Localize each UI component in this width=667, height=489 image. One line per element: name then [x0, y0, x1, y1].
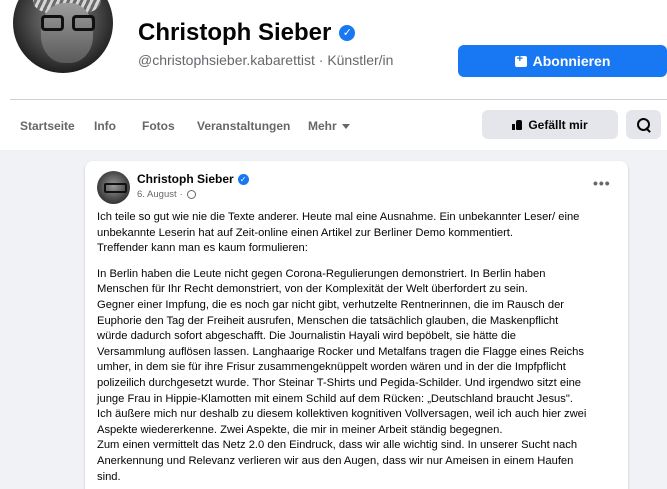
chevron-down-icon	[341, 123, 350, 129]
post-text-line: Zum einen vermittelt das Netz 2.0 den Ei…	[97, 439, 578, 452]
post-text-line: Versammlung auflösen lassen. Langhaarige…	[97, 345, 584, 358]
profile-category[interactable]: Künstler/in	[327, 52, 393, 68]
search-icon	[636, 117, 651, 132]
post-text-line: Euphorie den Tag der Freiheit ausrufen, …	[97, 314, 559, 327]
post-text-line: würde dadurch sofort abgeschafft. Die Jo…	[97, 330, 516, 343]
post-text-line: Menschen für Ihr Recht demonstriert, von…	[97, 283, 528, 296]
tab-info[interactable]: Info	[94, 110, 116, 142]
add-page-icon	[514, 53, 527, 67]
post-author[interactable]: Christoph Sieber ✓	[137, 172, 249, 186]
tab-veranstaltungen[interactable]: Veranstaltungen	[197, 110, 290, 142]
post-text-line: Anerkennung und Relevanz verlieren wir a…	[97, 454, 574, 467]
post-intro: Ich teile so gut wie nie die Texte ander…	[97, 210, 622, 257]
post-author-avatar[interactable]	[97, 171, 130, 204]
post-card: Christoph Sieber ✓ 6. August · ••• Ich t…	[85, 161, 628, 489]
post-text-line: polizeilich durchgesetzt wurde. Thor Ste…	[97, 376, 582, 389]
post-text: Ich teile so gut wie nie die Texte ander…	[97, 210, 622, 485]
divider	[10, 99, 667, 100]
post-text-line: junge Frau in Hippie-Klamotten mit einem…	[97, 392, 573, 405]
follow-button-label: Abonnieren	[532, 53, 611, 69]
like-page-button[interactable]: Gefällt mir	[482, 110, 618, 139]
post-meta: 6. August ·	[137, 189, 196, 200]
post-text-line: sind.	[97, 470, 121, 483]
tab-startseite[interactable]: Startseite	[20, 110, 75, 142]
profile-name: Christoph Sieber	[138, 19, 332, 46]
more-options-icon[interactable]: •••	[593, 175, 611, 191]
post-text-line: Treffender kann man es kaum formulieren:	[97, 242, 308, 255]
post-text-line: In Berlin haben die Leute nicht gegen Co…	[97, 267, 546, 280]
search-button[interactable]	[626, 110, 661, 139]
page-header: Christoph Sieber ✓ @christophsieber.kaba…	[0, 0, 667, 150]
profile-picture[interactable]	[10, 0, 116, 76]
like-button-label: Gefällt mir	[528, 117, 588, 132]
post-date[interactable]: 6. August	[137, 189, 177, 200]
profile-handle: @christophsieber.kabarettist	[138, 52, 315, 68]
post-text-line: unbekannte Leserin hat auf Zeit-online e…	[97, 226, 514, 239]
post-text-line: Ich äußere mich nur deshalb zu diesem ko…	[97, 408, 587, 421]
verified-badge-icon: ✓	[339, 25, 356, 41]
thumbs-up-icon	[512, 119, 523, 130]
tab-mehr[interactable]: Mehr	[308, 110, 350, 142]
post-text-line: Ich teile so gut wie nie die Texte ander…	[97, 211, 580, 223]
globe-icon	[186, 190, 196, 199]
page-title: Christoph Sieber ✓	[138, 19, 356, 47]
post-body: In Berlin haben die Leute nicht gegen Co…	[97, 267, 622, 485]
verified-badge-icon: ✓	[237, 173, 249, 185]
follow-button[interactable]: Abonnieren	[458, 45, 667, 77]
post-text-line: Gegner einer Impfung, die es noch gar ni…	[97, 298, 565, 311]
tab-fotos[interactable]: Fotos	[142, 110, 175, 142]
post-text-line: Aspekte wiedererkenne. Zwei Aspekte, die…	[97, 423, 503, 436]
profile-handle-line: @christophsieber.kabarettist · Künstler/…	[138, 52, 394, 68]
post-text-line: umher, in dem sie für ihre Frisur zusamm…	[97, 361, 566, 374]
